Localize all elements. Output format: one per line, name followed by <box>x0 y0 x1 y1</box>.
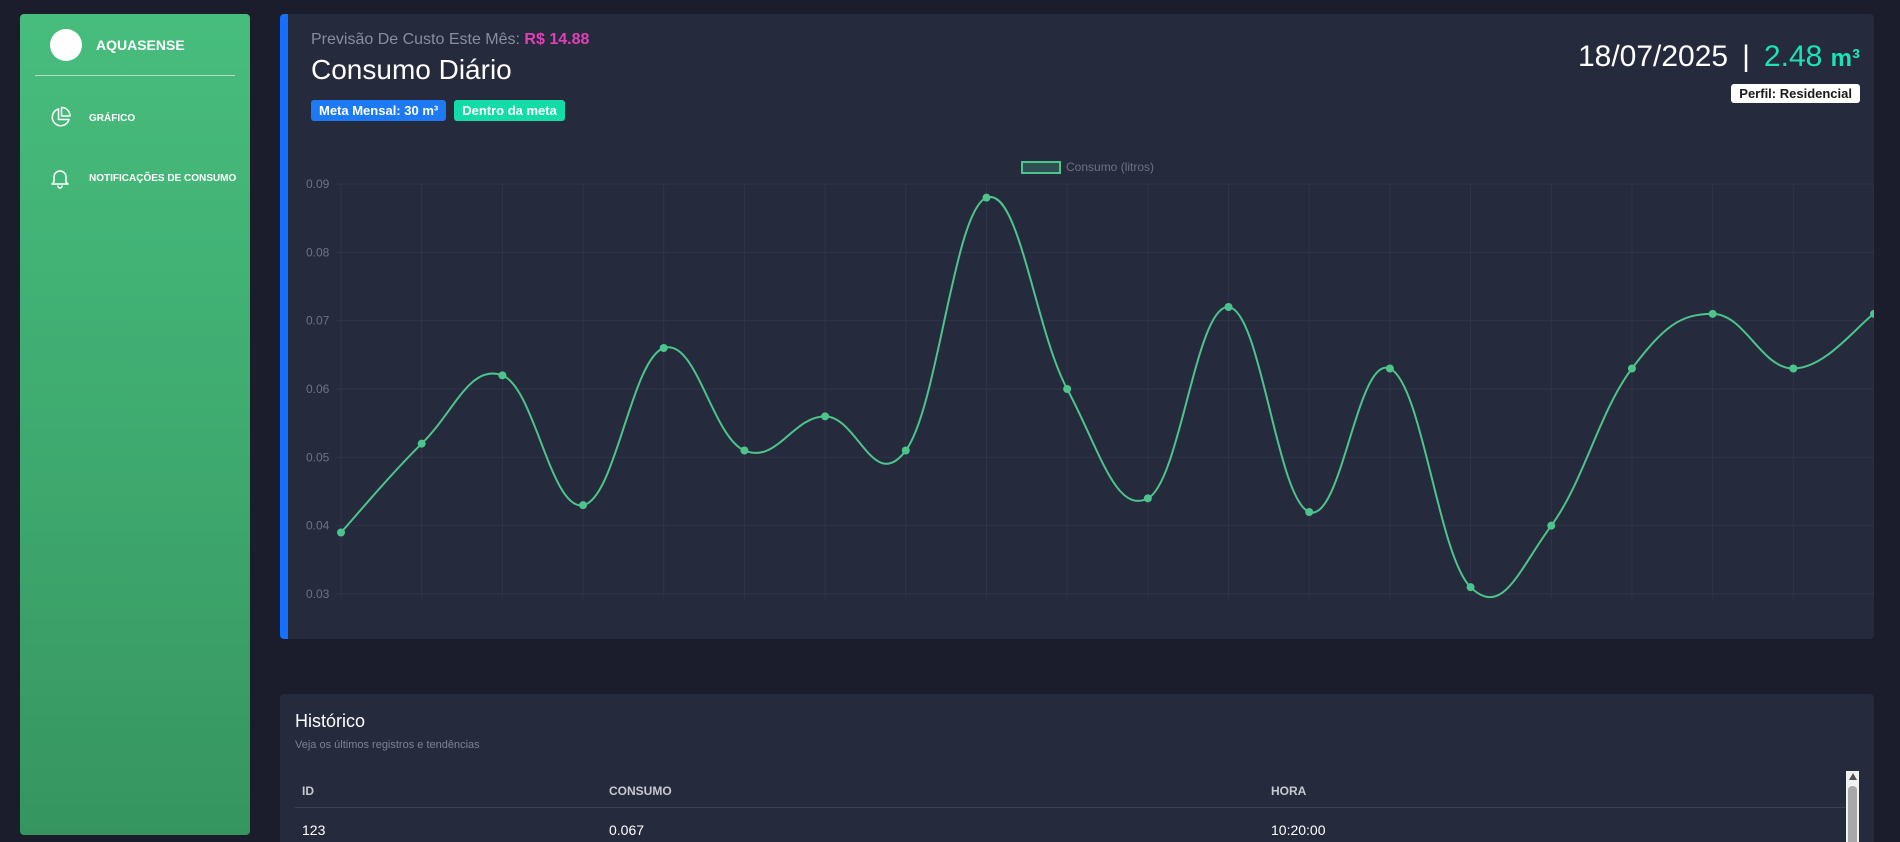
y-tick-label: 0.06 <box>306 382 330 396</box>
sidebar-item-notificacoes[interactable]: Notificações de Consumo <box>20 148 250 208</box>
column-header-hora: HORA <box>1271 784 1307 798</box>
bell-icon <box>51 170 69 189</box>
data-point[interactable] <box>1224 303 1233 311</box>
series-line <box>340 196 1874 599</box>
history-card: Histórico Veja os últimos registros e te… <box>280 694 1874 842</box>
y-tick-label: 0.04 <box>306 519 330 533</box>
sidebar-item-grafico[interactable]: Gráfico <box>20 88 250 148</box>
brand[interactable]: AQUASENSE <box>35 14 235 76</box>
data-point[interactable] <box>1305 508 1314 516</box>
brand-name: AQUASENSE <box>96 36 185 53</box>
data-point[interactable] <box>901 446 910 455</box>
y-tick-label: 0.05 <box>306 450 330 464</box>
scroll-up-arrow-icon[interactable] <box>1848 773 1857 780</box>
column-header-consumo: CONSUMO <box>609 784 672 798</box>
sidebar-item-label: Gráfico <box>89 112 136 124</box>
data-point[interactable] <box>417 439 426 448</box>
consumption-line-chart: 0.03 0.04 0.05 0.06 0.07 0.08 0.09 Consumo (li… <box>306 160 1874 601</box>
history-title: Histórico <box>295 711 366 731</box>
cell-hora: 10:20:00 <box>1271 822 1326 838</box>
table-header: ID CONSUMO HORA <box>295 772 1848 808</box>
consumption-card: Previsão De Custo Este Mês: R$ 14.88 Con… <box>280 14 1874 639</box>
data-point[interactable] <box>1547 521 1556 530</box>
scroll-thumb[interactable] <box>1848 786 1857 842</box>
column-header-id: ID <box>302 784 314 798</box>
data-point[interactable] <box>579 501 588 510</box>
brand-logo <box>50 28 82 61</box>
sidebar-item-label: Notificações de Consumo <box>89 172 237 184</box>
y-tick-label: 0.08 <box>306 245 330 259</box>
cell-consumo: 0.067 <box>609 822 645 838</box>
legend-label: Consumo (litros) <box>1066 160 1154 174</box>
data-point[interactable] <box>982 193 991 202</box>
legend-swatch <box>1021 161 1061 174</box>
y-tick-label: 0.09 <box>306 177 330 191</box>
data-point[interactable] <box>1708 309 1717 318</box>
table-row[interactable]: 123 0.067 10:20:00 <box>295 822 1848 842</box>
data-point[interactable] <box>1627 364 1636 373</box>
data-point[interactable] <box>1385 364 1394 373</box>
chart-legend[interactable]: Consumo (litros) <box>1021 160 1154 174</box>
data-point[interactable] <box>740 446 749 455</box>
table-scrollbar[interactable] <box>1846 771 1859 842</box>
y-tick-label: 0.03 <box>306 587 330 601</box>
sidebar: AQUASENSE Gráfico Notificações de Consum… <box>20 14 250 835</box>
data-point[interactable] <box>659 344 668 352</box>
data-point[interactable] <box>1789 364 1798 373</box>
data-point[interactable] <box>1143 494 1152 503</box>
data-point[interactable] <box>1063 385 1072 393</box>
cell-id: 123 <box>302 822 326 838</box>
data-point[interactable] <box>821 412 830 421</box>
y-tick-label: 0.07 <box>306 314 330 328</box>
pie-chart-icon <box>51 106 71 127</box>
data-point[interactable] <box>337 528 345 537</box>
data-point[interactable] <box>498 371 507 380</box>
history-subtitle: Veja os últimos registros e tendências <box>295 739 480 751</box>
data-point[interactable] <box>1466 583 1475 592</box>
